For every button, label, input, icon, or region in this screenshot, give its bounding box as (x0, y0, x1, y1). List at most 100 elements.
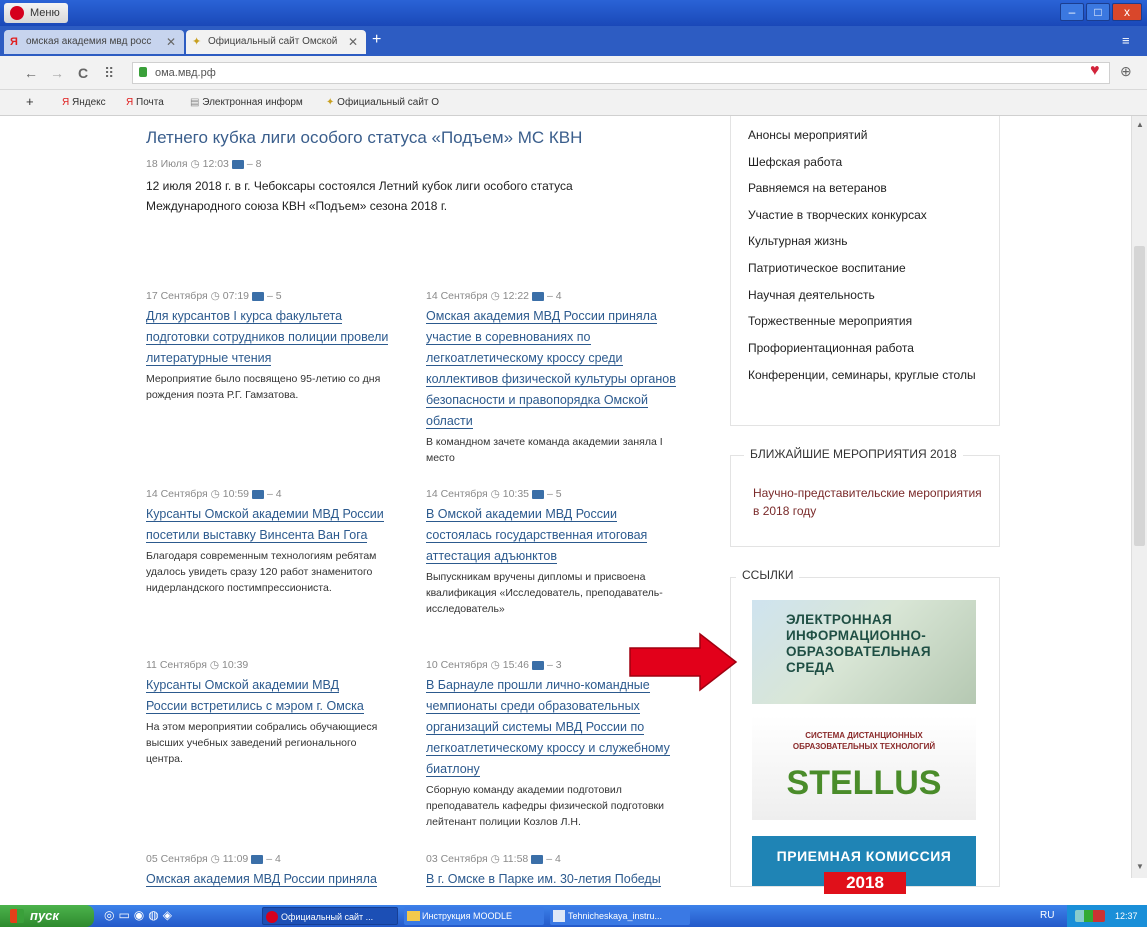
news-meta: 14 Сентября ◷ 10:35 – 5 (426, 488, 684, 500)
category-item[interactable]: Шефская работа (731, 149, 999, 176)
stellus-subtitle: СИСТЕМА ДИСТАНЦИОННЫХ ОБРАЗОВАТЕЛЬНЫХ ТЕ… (792, 731, 936, 751)
bookmark-mail[interactable]: Я Почта (126, 97, 164, 108)
page-scrollbar[interactable]: ▲ ▼ (1131, 116, 1147, 878)
category-item[interactable]: Торжественные мероприятия (731, 308, 999, 335)
scroll-up-icon[interactable]: ▲ (1134, 120, 1146, 132)
news-time: 10:39 (221, 659, 249, 671)
new-tab-button[interactable]: + (372, 31, 381, 49)
heart-icon[interactable]: ♥ (1090, 62, 1100, 80)
minimize-button[interactable]: – (1060, 3, 1084, 21)
news-date: 14 Сентября (146, 488, 208, 500)
document-icon: ▤ (190, 97, 203, 108)
emblem-favicon-icon: ✦ (192, 36, 202, 48)
close-window-button[interactable]: x (1112, 3, 1142, 21)
news-description: В командном зачете команда академии заня… (426, 436, 663, 464)
stellus-banner[interactable]: СИСТЕМА ДИСТАНЦИОННЫХ ОБРАЗОВАТЕЛЬНЫХ ТЕ… (752, 716, 976, 820)
maximize-button[interactable]: □ (1086, 3, 1110, 21)
reload-icon[interactable]: C (78, 65, 88, 81)
category-list: Анонсы мероприятий Шефская работа Равняемс… (731, 116, 999, 384)
tab-yandex-search[interactable]: Я омская академия мвд росс ✕ (4, 30, 184, 54)
news-title[interactable]: В г. Омске в Парке им. 30-летия Победы (426, 869, 684, 890)
links-heading: ССЫЛКИ (736, 568, 800, 582)
word-doc-icon (553, 910, 565, 922)
top-news-title[interactable]: Летнего кубка лиги особого статуса «Подъ… (146, 128, 582, 148)
news-title[interactable]: Омская академия МВД России приняла участ… (426, 306, 684, 432)
taskbar-item-label: Tehnicheskaya_instru... (568, 911, 663, 921)
banner-line: Среда (786, 660, 835, 675)
clock-icon: ◷ (490, 853, 500, 865)
camera-icon (251, 854, 264, 864)
tab-official-site[interactable]: ✦ Официальный сайт Омской ✕ (186, 30, 366, 54)
bookmark-eios[interactable]: ▤ Электронная информ (190, 97, 310, 108)
news-date: 05 Сентября (146, 853, 208, 865)
url-text: омa.мвд.рф (155, 67, 216, 79)
news-title[interactable]: Омская академия МВД России приняла (146, 869, 404, 890)
news-time: 07:19 (222, 290, 250, 302)
news-title[interactable]: Для курсантов I курса факультета подгото… (146, 306, 404, 369)
browser-menu-button[interactable]: Меню (4, 3, 68, 23)
taskbar-item-label: Инструкция MOODLE (422, 911, 512, 921)
clock-icon: ◷ (490, 290, 500, 302)
lock-icon (139, 67, 147, 77)
news-date: 10 Сентября (426, 659, 488, 671)
bookmark-official-site[interactable]: ✦ Официальный сайт О (326, 97, 446, 108)
category-item[interactable]: Профориентационная работа (731, 335, 999, 362)
taskbar-item-folder[interactable]: Инструкция MOODLE (404, 907, 544, 925)
news-date: 14 Сентября (426, 488, 488, 500)
speed-dial-icon[interactable]: ⠿ (104, 65, 114, 82)
quick-launch-icons[interactable]: ◎▭◉◍◈ (104, 908, 176, 922)
news-meta: 11 Сентября ◷ 10:39 (146, 659, 378, 671)
news-title[interactable]: Курсанты Омской академии МВД России встр… (146, 675, 378, 717)
tabs-menu-icon[interactable]: ≡ (1122, 33, 1130, 48)
tab-bar: Я омская академия мвд росс ✕ ✦ Официальн… (0, 26, 1147, 56)
bookmark-yandex[interactable]: Я Яндекс (62, 97, 106, 108)
language-indicator[interactable]: RU (1040, 910, 1054, 921)
events-box: Научно-представительские мероприятия в 2… (730, 455, 1000, 547)
news-title[interactable]: В Омской академии МВД России состоялась … (426, 504, 684, 567)
bookmarks-bar: + Я Яндекс Я Почта ▤ Электронная информ … (0, 90, 1147, 116)
forward-icon[interactable]: → (50, 65, 64, 81)
news-title[interactable]: Курсанты Омской академии МВД России посе… (146, 504, 404, 546)
start-button[interactable]: пуск (0, 905, 94, 927)
news-item: 05 Сентября ◷ 11:09 – 4 Омская академия МВ… (146, 853, 404, 890)
camera-icon (532, 291, 545, 301)
add-bookmark-button[interactable]: + (26, 94, 34, 109)
news-meta: 05 Сентября ◷ 11:09 – 4 (146, 853, 404, 865)
scroll-down-icon[interactable]: ▼ (1134, 862, 1146, 874)
tray-icons[interactable] (1075, 910, 1105, 922)
clock-icon: ◷ (490, 659, 500, 671)
close-tab-icon[interactable]: ✕ (166, 30, 176, 54)
news-item: 17 Сентября ◷ 07:19 – 5 Для курсантов I ку… (146, 290, 404, 403)
category-item[interactable]: Патриотическое воспитание (731, 255, 999, 282)
categories-box: Анонсы мероприятий Шефская работа Равняемс… (730, 116, 1000, 426)
browser-menu-label: Меню (30, 7, 60, 19)
banner-line: Информационно- (786, 628, 927, 643)
news-time: 12:22 (502, 290, 530, 302)
camera-icon (252, 489, 265, 499)
photo-count: – 5 (267, 290, 282, 302)
category-item[interactable]: Анонсы мероприятий (731, 122, 999, 149)
category-item[interactable]: Участие в творческих конкурсах (731, 202, 999, 229)
taskbar-item-label: Официальный сайт ... (281, 912, 374, 922)
back-icon[interactable]: ← (24, 65, 38, 81)
taskbar-item-word[interactable]: Tehnicheskaya_instru... (550, 907, 690, 925)
category-item[interactable]: Равняемся на ветеранов (731, 175, 999, 202)
download-icon[interactable]: ⊕ (1120, 63, 1132, 80)
category-item[interactable]: Научная деятельность (731, 282, 999, 309)
admission-banner[interactable]: ПРИЕМНАЯ КОМИССИЯ 2018 (752, 836, 976, 894)
events-link[interactable]: Научно-представительские мероприятия в 2… (753, 484, 983, 520)
close-tab-icon[interactable]: ✕ (348, 30, 358, 54)
scroll-thumb[interactable] (1134, 246, 1145, 546)
category-item[interactable]: Конференции, семинары, круглые столы (731, 361, 999, 384)
red-arrow-icon (629, 632, 738, 692)
eios-banner[interactable]: Электронная Информационно- Образовательн… (752, 600, 976, 704)
clock-text: 12:37 (1115, 911, 1138, 921)
taskbar-item-browser[interactable]: Официальный сайт ... (262, 907, 398, 925)
system-tray: 12:37 (1067, 905, 1147, 927)
address-bar: ← → C ⠿ омa.мвд.рф ♥ ⊕ (0, 56, 1147, 90)
emblem-icon: ✦ (326, 97, 338, 108)
news-date: 11 Сентября (146, 659, 207, 671)
category-item[interactable]: Культурная жизнь (731, 228, 999, 255)
url-input[interactable]: омa.мвд.рф (132, 62, 1110, 84)
yandex-icon: Я (62, 97, 72, 108)
